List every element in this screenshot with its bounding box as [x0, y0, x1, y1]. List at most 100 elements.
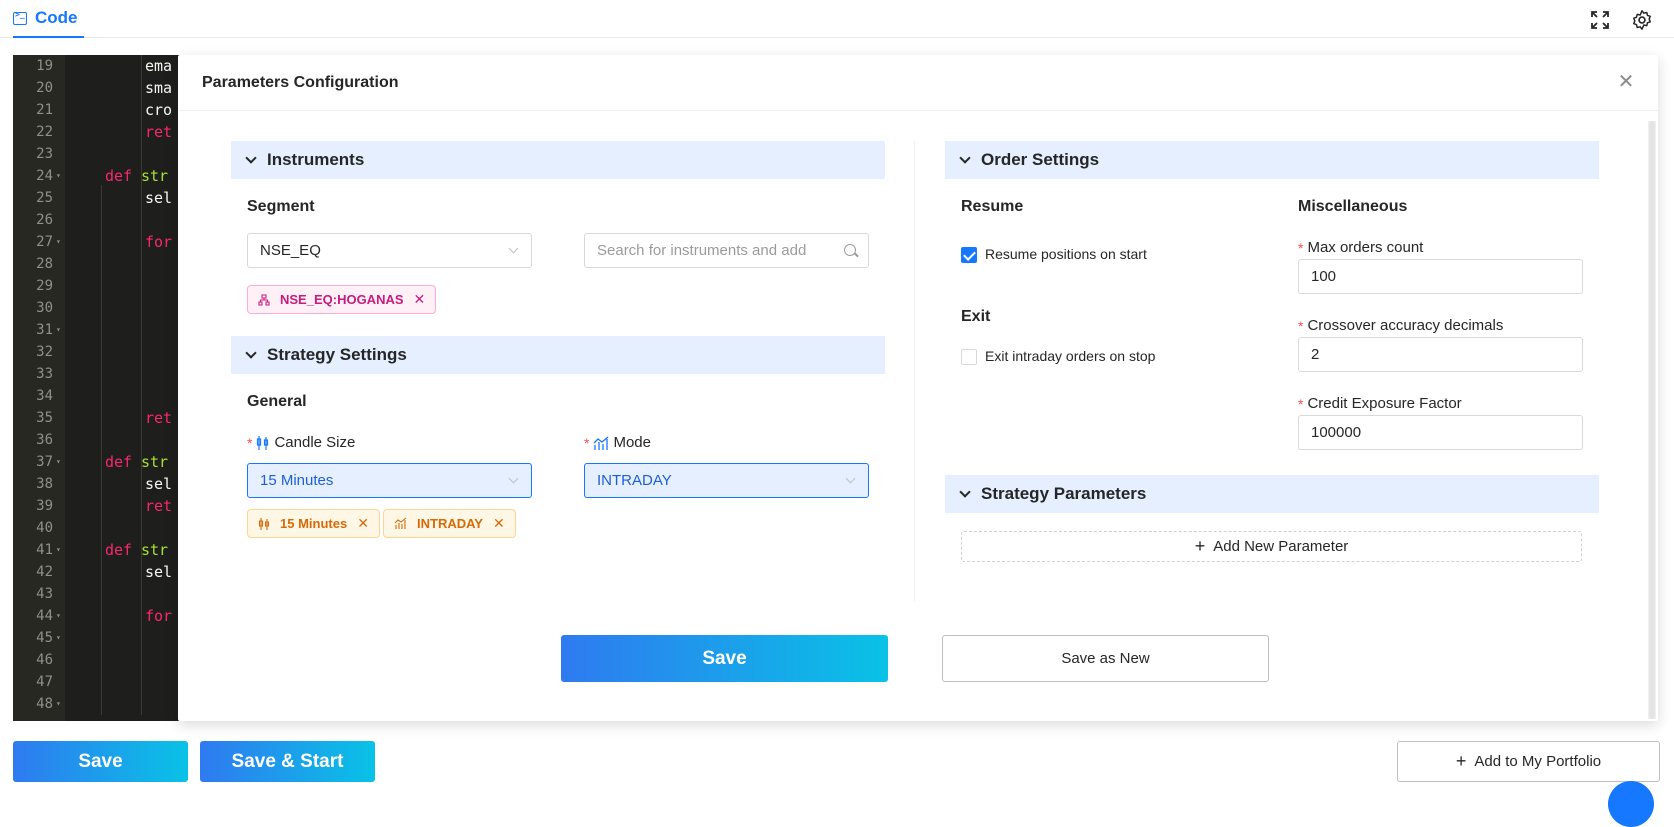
exit-intraday-checkbox[interactable]: [961, 349, 977, 365]
mode-value: INTRADAY: [597, 472, 672, 489]
fold-icon[interactable]: ▾: [56, 231, 61, 253]
hierarchy-icon: [258, 293, 270, 306]
code-token: for: [145, 607, 173, 625]
segment-select[interactable]: NSE_EQ: [247, 233, 532, 268]
instrument-search-placeholder: Search for instruments and add: [597, 242, 807, 259]
save-as-new-label: Save as New: [1061, 650, 1150, 667]
fold-icon[interactable]: ▾: [56, 451, 61, 473]
code-line: 20 sma: [13, 77, 193, 99]
resume-positions-checkbox[interactable]: [961, 247, 977, 263]
max-orders-value: 100: [1311, 268, 1337, 285]
section-instruments[interactable]: Instruments: [231, 141, 885, 179]
close-icon[interactable]: ✕: [357, 515, 369, 532]
credit-exposure-value: 100000: [1311, 424, 1362, 441]
resume-label: Resume: [961, 198, 1024, 215]
column-divider: [914, 141, 915, 601]
tab-code[interactable]: Code: [13, 0, 84, 38]
fold-icon[interactable]: ▾: [56, 319, 61, 341]
code-line: 36: [13, 429, 193, 451]
add-new-parameter-button[interactable]: + Add New Parameter: [961, 531, 1582, 562]
close-icon[interactable]: ✕: [493, 515, 505, 532]
line-number: 22: [36, 124, 53, 140]
add-new-parameter-label: Add New Parameter: [1213, 538, 1349, 555]
fullscreen-icon[interactable]: [1588, 8, 1612, 32]
add-to-portfolio-button[interactable]: + Add to My Portfolio: [1397, 741, 1660, 782]
section-strategy-parameters-title: Strategy Parameters: [981, 484, 1147, 503]
fold-icon[interactable]: ▾: [56, 605, 61, 627]
fold-icon[interactable]: ▾: [56, 165, 61, 187]
code-line: 48 ▾: [13, 693, 193, 715]
max-orders-label: * Max orders count: [1298, 239, 1423, 256]
chevron-down-icon: [508, 473, 519, 484]
candle-size-tag: 15 Minutes ✕: [247, 509, 380, 538]
section-instruments-title: Instruments: [267, 150, 365, 169]
line-number: 26: [36, 212, 53, 228]
instrument-search-input[interactable]: Search for instruments and add: [584, 233, 869, 268]
code-line: 23: [13, 143, 193, 165]
code-token: sma: [145, 79, 173, 97]
miscellaneous-label: Miscellaneous: [1298, 198, 1408, 215]
code-line: 38 sel: [13, 473, 193, 495]
close-icon[interactable]: ✕: [414, 291, 426, 308]
section-strategy-settings[interactable]: Strategy Settings: [231, 336, 885, 374]
fold-icon[interactable]: ▾: [56, 693, 61, 715]
code-editor[interactable]: 19 ema 20 sma 21 cro 22 ret 23 24 ▾ def str 25 sel 26 27…: [13, 55, 193, 721]
credit-exposure-input[interactable]: 100000: [1298, 415, 1583, 450]
line-number: 20: [36, 80, 53, 96]
fold-icon[interactable]: ▾: [56, 539, 61, 561]
line-number: 30: [36, 300, 53, 316]
code-token: str: [141, 167, 169, 185]
save-and-start-label: Save & Start: [231, 750, 344, 772]
segment-value: NSE_EQ: [260, 242, 321, 259]
exit-intraday-label: Exit intraday orders on stop: [985, 348, 1156, 364]
code-line: 30: [13, 297, 193, 319]
max-orders-label-text: Max orders count: [1307, 239, 1424, 256]
required-mark: *: [1298, 317, 1304, 334]
modal-save-label: Save: [702, 647, 747, 669]
line-number: 37: [36, 454, 53, 470]
line-number: 45: [36, 630, 53, 646]
code-token: def: [105, 453, 133, 471]
top-tab-bar: Code: [0, 0, 1674, 38]
line-number: 24: [36, 168, 53, 184]
chat-bubble-icon[interactable]: [1608, 781, 1654, 827]
save-and-start-button[interactable]: Save & Start: [200, 741, 375, 782]
section-order-settings[interactable]: Order Settings: [945, 141, 1599, 179]
fold-icon[interactable]: ▾: [56, 627, 61, 649]
candle-size-select[interactable]: 15 Minutes: [247, 463, 532, 498]
code-line: 21 cro: [13, 99, 193, 121]
save-button[interactable]: Save: [13, 741, 188, 782]
save-as-new-button[interactable]: Save as New: [942, 635, 1269, 682]
section-strategy-parameters[interactable]: Strategy Parameters: [945, 475, 1599, 513]
max-orders-input[interactable]: 100: [1298, 259, 1583, 294]
line-number: 39: [36, 498, 53, 514]
code-token: def: [105, 167, 133, 185]
close-icon[interactable]: ✕: [1616, 72, 1636, 92]
candlestick-icon: [257, 435, 269, 450]
line-number: 21: [36, 102, 53, 118]
required-mark: *: [1298, 395, 1304, 412]
mode-tag: INTRADAY ✕: [383, 509, 516, 538]
line-number: 41: [36, 542, 53, 558]
instrument-tag: NSE_EQ:HOGANAS ✕: [247, 285, 437, 314]
code-token: def: [105, 541, 133, 559]
modal-scrollbar[interactable]: [1648, 121, 1656, 719]
gear-icon[interactable]: [1630, 8, 1654, 32]
bar-chart-icon: [593, 436, 609, 450]
code-line: 31 ▾: [13, 319, 193, 341]
add-to-portfolio-label: Add to My Portfolio: [1474, 753, 1602, 770]
required-mark: *: [1298, 239, 1304, 256]
segment-label: Segment: [247, 198, 315, 215]
line-number: 38: [36, 476, 53, 492]
line-number: 27: [36, 234, 53, 250]
crossover-input[interactable]: 2: [1298, 337, 1583, 372]
section-strategy-settings-title: Strategy Settings: [267, 345, 407, 364]
search-icon: [844, 244, 856, 256]
mode-select[interactable]: INTRADAY: [584, 463, 869, 498]
code-token: sel: [145, 189, 173, 207]
code-token: for: [145, 233, 173, 251]
code-line: 46: [13, 649, 193, 671]
line-number: 43: [36, 586, 53, 602]
line-number: 48: [36, 696, 53, 712]
modal-save-button[interactable]: Save: [561, 635, 888, 682]
